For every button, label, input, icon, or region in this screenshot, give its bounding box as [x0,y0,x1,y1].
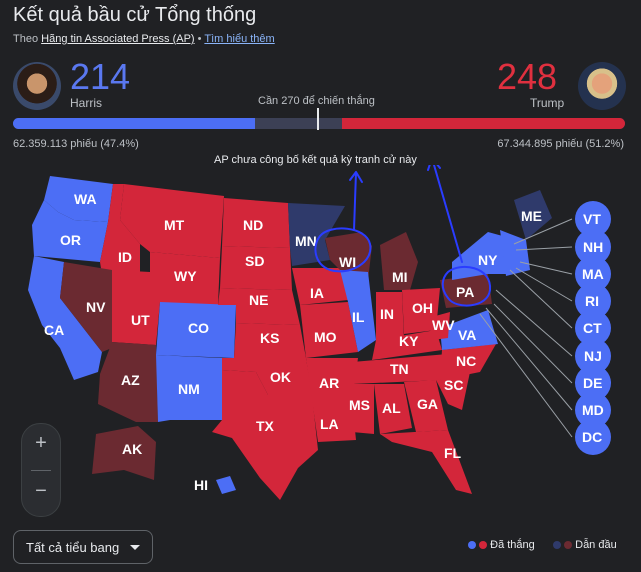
label-fl: FL [444,445,462,461]
label-ak: AK [122,441,142,457]
label-nh: NH [583,239,603,255]
label-ok: OK [270,369,291,385]
needed-to-win-label: Cần 270 để chiến thắng [258,95,375,107]
label-mo: MO [314,329,337,345]
label-wi: WI [339,254,356,270]
source-line: Theo Hãng tin Associated Press (AP) • Tì… [13,33,275,45]
label-il: IL [352,309,365,325]
zoom-divider [31,470,51,471]
label-ks: KS [260,330,279,346]
label-oh: OH [412,300,433,316]
annotation-arrow-wi [349,171,363,231]
label-me: ME [521,208,542,224]
270-marker [317,108,319,130]
label-ga: GA [417,396,438,412]
page-title: Kết quả bầu cử Tổng thống [13,4,257,26]
label-mi: MI [392,269,408,285]
label-al: AL [382,400,401,416]
trump-electoral-votes: 248 [497,56,558,97]
rep-won-dot [479,541,488,550]
label-ca: CA [44,322,64,338]
rep-leading-dot [564,541,573,550]
legend-won: Đã thắng [468,539,535,551]
map-zoom-control: + − [21,423,61,517]
legend-won-label: Đã thắng [490,539,535,551]
label-ny: NY [478,252,498,268]
trump-popular-votes: 67.344.895 phiếu (51.2%) [497,138,624,150]
label-pa: PA [456,284,474,300]
source-prefix: Theo [13,33,39,45]
zoom-out-button[interactable]: − [22,480,60,503]
label-wy: WY [174,268,197,284]
label-ms: MS [349,397,370,413]
dem-leading-dot [553,541,561,550]
label-mt: MT [164,217,185,233]
trump-name: Trump [530,96,565,110]
label-de: DE [583,375,602,391]
label-ma: MA [582,266,604,282]
electoral-progress-bar [13,118,625,129]
label-tx: TX [256,418,275,434]
chevron-down-icon [130,545,140,550]
label-vt: VT [583,211,601,227]
label-mn: MN [295,233,317,249]
zoom-in-button[interactable]: + [22,432,60,455]
label-sc: SC [444,377,463,393]
label-md: MD [582,402,604,418]
label-ar: AR [319,375,339,391]
label-sd: SD [245,253,264,269]
harris-popular-votes: 62.359.113 phiếu (47.4%) [13,138,139,150]
leading-bar-segment [255,118,340,129]
label-id: ID [118,249,132,265]
trump-avatar [578,62,626,110]
state-fl[interactable] [380,430,472,494]
label-dc: DC [582,429,602,445]
label-nv: NV [86,299,106,315]
state-filter-dropdown[interactable]: Tất cả tiểu bang [13,530,153,564]
harris-name: Harris [70,96,102,110]
state-filter-label: Tất cả tiểu bang [26,540,120,555]
label-la: LA [320,416,339,432]
label-nc: NC [456,353,476,369]
rep-bar-segment [342,118,625,129]
label-tn: TN [390,361,409,377]
label-hi: HI [194,477,208,493]
legend-leading-label: Dẫn đầu [575,539,617,551]
dem-bar-segment [13,118,255,129]
label-ct: CT [583,320,602,336]
label-az: AZ [121,372,140,388]
label-nd: ND [243,217,263,233]
harris-avatar [13,62,61,110]
dem-won-dot [468,541,476,550]
label-ne: NE [249,292,268,308]
harris-electoral-votes: 214 [70,56,131,97]
label-or: OR [60,232,81,248]
legend-leading: Dẫn đầu [553,539,617,551]
state-hi[interactable] [216,476,236,494]
label-nj: NJ [584,348,602,364]
label-wv: WV [432,317,455,333]
source-link[interactable]: Hãng tin Associated Press (AP) [41,33,194,45]
label-ky: KY [399,333,419,349]
learn-more-link[interactable]: Tìm hiểu thêm [204,33,274,45]
annotation-arrow-pa [427,165,463,263]
label-ia: IA [310,285,324,301]
us-election-map[interactable]: WA OR CA ID NV MT WY UT AZ CO NM ND SD N… [0,165,641,530]
label-va: VA [458,327,476,343]
source-separator: • [197,33,202,45]
label-in: IN [380,306,394,322]
label-wa: WA [74,191,97,207]
label-ut: UT [131,312,150,328]
label-ri: RI [585,293,599,309]
label-nm: NM [178,381,200,397]
label-co: CO [188,320,209,336]
